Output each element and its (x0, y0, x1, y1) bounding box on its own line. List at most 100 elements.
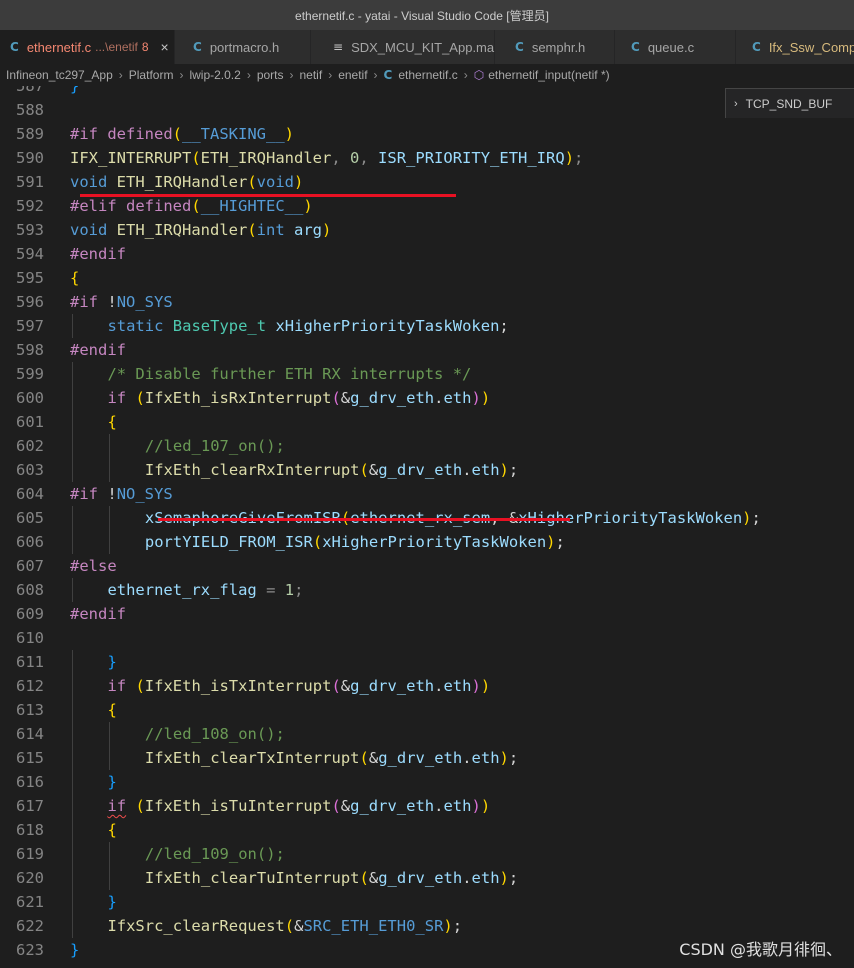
tab-portmacro-h[interactable]: C portmacro.h (175, 30, 311, 64)
breadcrumb: Infineon_tc297_App › Platform › lwip-2.0.2… (0, 64, 854, 86)
code-text: } (70, 86, 80, 95)
code-line[interactable]: 589 #if defined(__TASKING__) (0, 122, 854, 146)
code-line[interactable]: 600 if (IfxEth_isRxInterrupt(&g_drv_eth.e… (0, 386, 854, 410)
tab-semphr-h[interactable]: C semphr.h (495, 30, 615, 64)
code-line[interactable]: 599 /* Disable further ETH RX interrupts … (0, 362, 854, 386)
indent-guide (72, 866, 73, 890)
code-text: IfxEth_clearTxInterrupt(&g_drv_eth.eth); (144, 749, 519, 767)
indent-guide (109, 530, 111, 554)
code-line[interactable]: 616} (0, 770, 854, 794)
line-number: 587 (16, 86, 44, 95)
breadcrumb-item[interactable]: netif (300, 68, 323, 82)
code-line[interactable]: 610 (0, 626, 854, 650)
breadcrumb-item[interactable]: Platform (129, 68, 174, 82)
code-line[interactable]: 598 #endif (0, 338, 854, 362)
line-number: 614 (16, 725, 44, 743)
code-text: #endif (70, 605, 126, 623)
code-line[interactable]: 595 { (0, 266, 854, 290)
line-number: 619 (16, 845, 44, 863)
code-line[interactable]: 603 IfxEth_clearRxInterrupt(&g_drv_eth.et… (0, 458, 854, 482)
code-text: #else (70, 557, 117, 575)
tab-ethernetif-c[interactable]: C ethernetif.c ...\enetif 8 × (0, 30, 175, 64)
indent-guide (72, 578, 73, 602)
breadcrumb-item[interactable]: ports (257, 68, 284, 82)
code-line[interactable]: 608 ethernet_rx_flag = 1; (0, 578, 854, 602)
code-line[interactable]: 590 IFX_INTERRUPT(ETH_IRQHandler, 0, ISR_… (0, 146, 854, 170)
code-line[interactable]: 594 #endif (0, 242, 854, 266)
tab-queue-c[interactable]: C queue.c (615, 30, 736, 64)
line-number: 592 (16, 197, 44, 215)
line-number: 612 (16, 677, 44, 695)
function-symbol-icon: ⬡ (473, 68, 485, 82)
tab-description: ...\enetif (95, 40, 138, 54)
code-text: } (70, 941, 80, 959)
line-number: 589 (16, 125, 44, 143)
indent-guide (72, 314, 73, 338)
code-line[interactable]: 596 #if !NO_SYS (0, 290, 854, 314)
chevron-right-icon: › (246, 68, 251, 82)
code-text: if (IfxEth_isRxInterrupt(&g_drv_eth.eth)… (107, 389, 491, 407)
code-text: //led_107_on(); (144, 437, 285, 455)
code-text: IFX_INTERRUPT(ETH_IRQHandler, 0, ISR_PRI… (70, 149, 584, 167)
code-text: if (IfxEth_isTxInterrupt(&g_drv_eth.eth)… (107, 677, 491, 695)
code-text: ethernet_rx_flag = 1; (107, 581, 304, 599)
breadcrumb-symbol[interactable]: ethernetif_input(netif *) (488, 68, 609, 82)
line-number: 590 (16, 149, 44, 167)
sticky-scroll-widget[interactable]: › TCP_SND_BUF (725, 88, 854, 118)
code-line[interactable]: 622 IfxSrc_clearRequest(&SRC_ETH_ETH0_SR)… (0, 914, 854, 938)
red-underline-annotation (158, 518, 570, 521)
indent-guide (109, 458, 111, 482)
code-line[interactable]: 619 //led_109_on(); (0, 842, 854, 866)
c-file-icon: C (10, 40, 19, 54)
tab-label: semphr.h (531, 39, 586, 55)
code-line[interactable]: 613 { (0, 698, 854, 722)
code-line[interactable]: 615 IfxEth_clearTxInterrupt(&g_drv_eth.et… (0, 746, 854, 770)
line-number: 597 (16, 317, 44, 335)
code-text: static BaseType_t xHigherPriorityTaskWok… (107, 317, 509, 335)
code-line[interactable]: 592 #elif defined(__HIGHTEC__) (0, 194, 854, 218)
breadcrumb-item[interactable]: enetif (338, 68, 367, 82)
code-text: #endif (70, 245, 126, 263)
line-number: 616 (16, 773, 44, 791)
code-text: } (107, 893, 117, 911)
line-number: 618 (16, 821, 44, 839)
code-text: //led_108_on(); (144, 725, 285, 743)
breadcrumb-item[interactable]: Infineon_tc297_App (6, 68, 113, 82)
code-line[interactable]: 620 IfxEth_clearTuInterrupt(&g_drv_eth.et… (0, 866, 854, 890)
code-text: { (107, 821, 117, 839)
code-text: portYIELD_FROM_ISR(xHigherPriorityTaskWo… (144, 533, 565, 551)
line-number: 603 (16, 461, 44, 479)
code-line[interactable]: 614 //led_108_on(); (0, 722, 854, 746)
line-number: 588 (16, 101, 44, 119)
code-text: IfxEth_clearTuInterrupt(&g_drv_eth.eth); (144, 869, 519, 887)
code-line[interactable]: 593 void ETH_IRQHandler(int arg) (0, 218, 854, 242)
code-line[interactable]: 591 void ETH_IRQHandler(void) (0, 170, 854, 194)
code-line[interactable]: 604 #if !NO_SYS (0, 482, 854, 506)
code-line[interactable]: 618 { (0, 818, 854, 842)
code-line[interactable]: 607 #else (0, 554, 854, 578)
code-editor[interactable]: 587} 588 589 #if defined(__TASKING__) 590 IFX… (0, 86, 854, 968)
indent-guide (72, 650, 73, 674)
hover-symbol: TCP_SND_BUF (745, 96, 833, 111)
tab-label: queue.c (647, 39, 695, 55)
code-line[interactable]: 602 //led_107_on(); (0, 434, 854, 458)
code-line[interactable]: 612 if (IfxEth_isTxInterrupt(&g_drv_eth.e… (0, 674, 854, 698)
c-file-icon: C (515, 40, 524, 54)
tab-sdx-mcu-kit-app-map[interactable]: ≡ SDX_MCU_KIT_App.map (311, 30, 501, 64)
code-line[interactable]: 601 { (0, 410, 854, 434)
code-text: IfxSrc_clearRequest(&SRC_ETH_ETH0_SR); (107, 917, 463, 935)
code-line[interactable]: 606 portYIELD_FROM_ISR(xHigherPriorityTas… (0, 530, 854, 554)
code-text: #if defined(__TASKING__) (70, 125, 295, 143)
code-line[interactable]: 621} (0, 890, 854, 914)
breadcrumb-item[interactable]: lwip-2.0.2 (189, 68, 240, 82)
code-line[interactable]: 609 #endif (0, 602, 854, 626)
code-line[interactable]: 611} (0, 650, 854, 674)
tab-ifx-ssw-comp[interactable]: C Ifx_Ssw_Comp (736, 30, 854, 64)
indent-guide (72, 914, 73, 938)
close-icon[interactable]: × (161, 39, 169, 55)
code-line[interactable]: 617 if (IfxEth_isTuInterrupt(&g_drv_eth.e… (0, 794, 854, 818)
code-line[interactable]: 597 static BaseType_t xHigherPriorityTask… (0, 314, 854, 338)
c-file-icon: C (193, 40, 202, 54)
editor-tabs: C ethernetif.c ...\enetif 8 × C portmacr… (0, 30, 854, 64)
breadcrumb-file[interactable]: ethernetif.c (398, 68, 457, 82)
